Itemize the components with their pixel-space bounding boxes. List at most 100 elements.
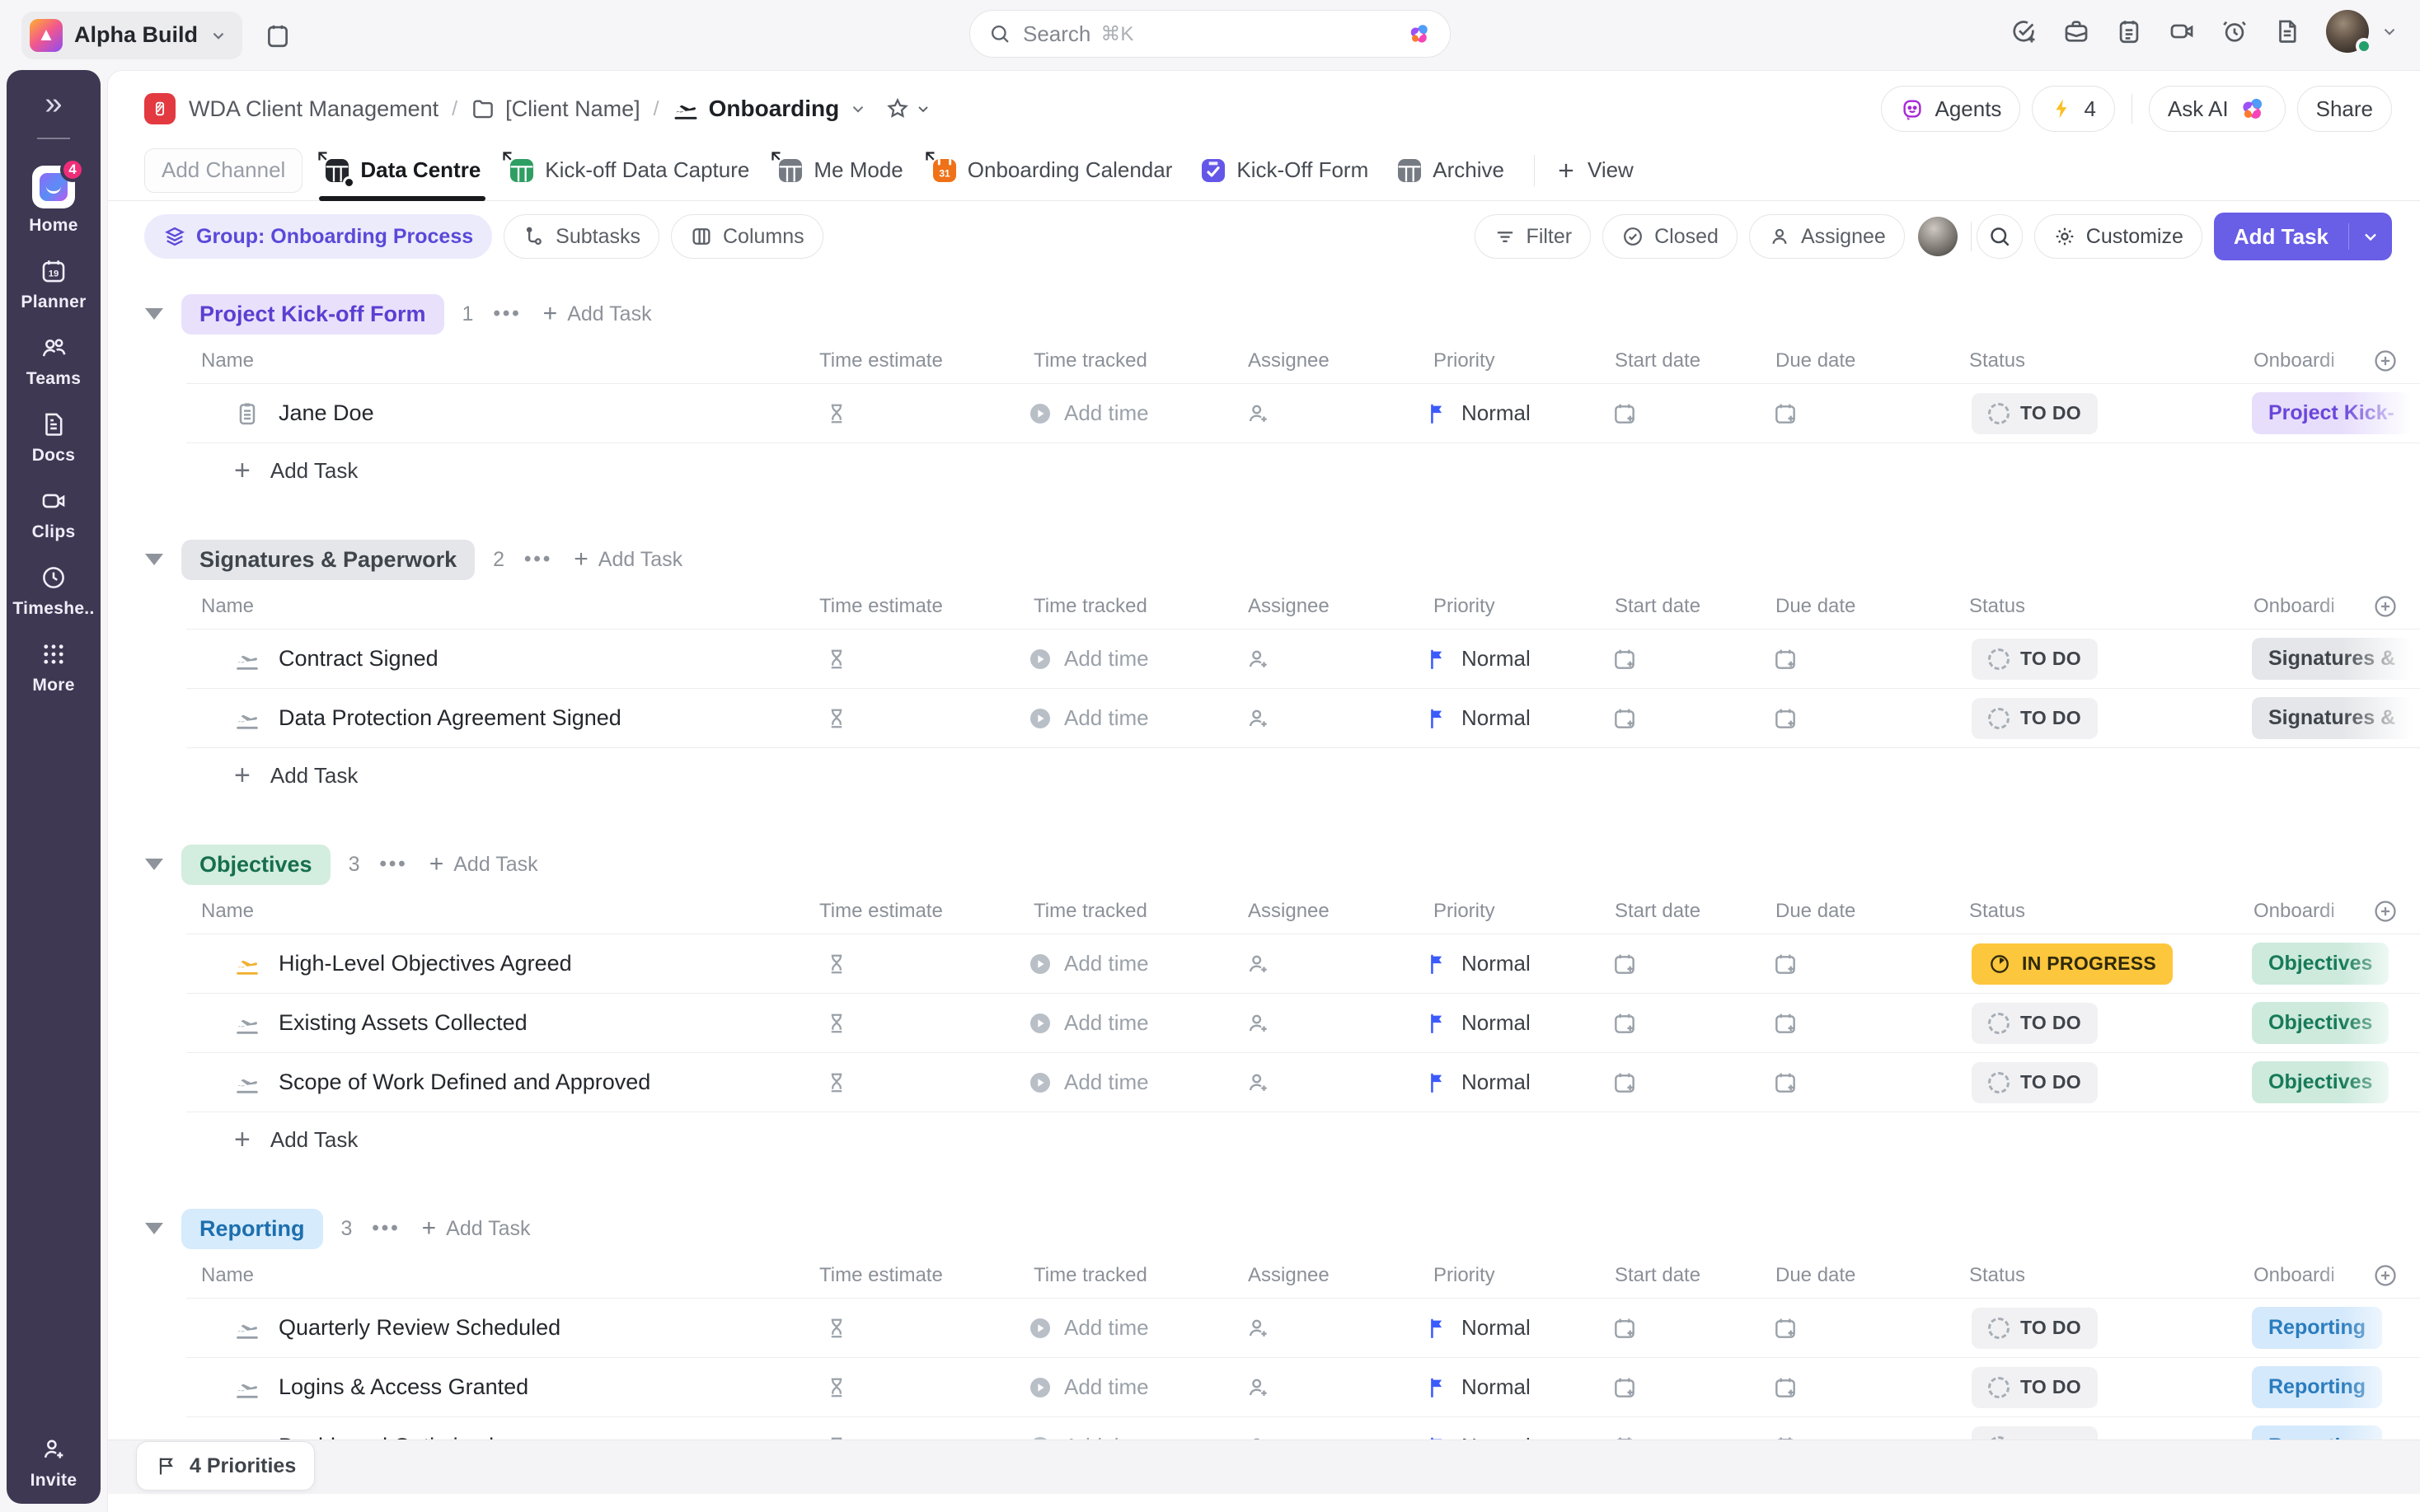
start-date-cell[interactable]: [1608, 400, 1769, 427]
group-collapse-icon[interactable]: [145, 554, 163, 565]
workspace-switcher[interactable]: ▲ Alpha Build: [21, 12, 242, 59]
column-header-name[interactable]: Name: [186, 1264, 813, 1287]
sidebar-item-docs[interactable]: Docs: [7, 410, 101, 466]
assignee-cell[interactable]: [1241, 1315, 1427, 1341]
start-date-cell[interactable]: [1608, 1070, 1769, 1096]
ask-ai-button[interactable]: Ask AI: [2149, 86, 2286, 132]
due-date-cell[interactable]: [1769, 705, 1963, 732]
task-row[interactable]: Jane Doe Add time Normal: [186, 384, 2420, 443]
onboarding-process-cell[interactable]: Objectives: [2247, 943, 2420, 985]
status-badge[interactable]: TO DO: [1972, 1308, 2098, 1349]
column-header-time-tracked[interactable]: Time tracked: [1027, 595, 1241, 618]
task-name[interactable]: High-Level Objectives Agreed: [279, 951, 572, 976]
column-header-priority[interactable]: Priority: [1427, 900, 1608, 923]
group-name-pill[interactable]: Project Kick-off Form: [181, 294, 444, 335]
status-cell[interactable]: TO DO: [1963, 393, 2247, 434]
group-menu-icon[interactable]: •••: [379, 853, 407, 876]
onboarding-process-cell[interactable]: Project Kick-: [2247, 392, 2420, 434]
doc-icon[interactable]: [2273, 17, 2301, 45]
priority-cell[interactable]: Normal: [1427, 705, 1608, 731]
time-estimate-cell[interactable]: [813, 1316, 1027, 1341]
column-header-time-estimate[interactable]: Time estimate: [813, 900, 1027, 923]
column-header-name[interactable]: Name: [186, 349, 813, 372]
time-estimate-cell[interactable]: [813, 1011, 1027, 1036]
due-date-cell[interactable]: [1769, 1315, 1963, 1341]
column-header-assignee[interactable]: Assignee: [1241, 900, 1427, 923]
add-column-icon[interactable]: [2372, 348, 2399, 374]
breadcrumb-space[interactable]: WDA Client Management: [189, 96, 439, 122]
status-cell[interactable]: TO DO: [1963, 698, 2247, 739]
task-name[interactable]: Jane Doe: [279, 400, 374, 426]
share-button[interactable]: Share: [2297, 86, 2392, 132]
breadcrumb-list[interactable]: Onboarding: [673, 96, 868, 122]
sidebar-item-timesheets[interactable]: Timeshe..: [7, 564, 101, 619]
status-badge[interactable]: TO DO: [1972, 1367, 2098, 1408]
column-header-start-date[interactable]: Start date: [1608, 349, 1769, 372]
status-cell[interactable]: TO DO: [1963, 1062, 2247, 1103]
tab-archive[interactable]: Archive: [1396, 140, 1504, 200]
column-header-priority[interactable]: Priority: [1427, 1264, 1608, 1287]
columns-button[interactable]: Columns: [671, 214, 823, 259]
onboarding-process-cell[interactable]: Objectives: [2247, 1002, 2420, 1044]
briefcase-icon[interactable]: [2062, 17, 2090, 45]
time-estimate-cell[interactable]: [813, 647, 1027, 672]
column-header-time-estimate[interactable]: Time estimate: [813, 349, 1027, 372]
onboarding-process-tag[interactable]: Signatures &: [2252, 697, 2412, 739]
time-tracked-cell[interactable]: Add time: [1027, 1374, 1241, 1401]
tab-data-centre[interactable]: Data Centre: [324, 140, 481, 200]
account-chevron-icon[interactable]: [2380, 22, 2399, 40]
task-row[interactable]: Logins & Access Granted Add time Normal: [186, 1358, 2420, 1417]
column-header-status[interactable]: Status: [1963, 1264, 2247, 1287]
due-date-cell[interactable]: [1769, 1010, 1963, 1037]
group-add-task-button[interactable]: +Add Task: [543, 302, 652, 326]
status-cell[interactable]: TO DO: [1963, 1367, 2247, 1408]
column-header-time-tracked[interactable]: Time tracked: [1027, 349, 1241, 372]
start-date-cell[interactable]: [1608, 1315, 1769, 1341]
due-date-cell[interactable]: [1769, 1070, 1963, 1096]
filter-avatar[interactable]: [1918, 217, 1958, 256]
search-tasks-button[interactable]: [1977, 214, 2023, 259]
sidebar-item-invite[interactable]: Invite: [7, 1435, 101, 1491]
onboarding-process-tag[interactable]: Objectives: [2252, 943, 2389, 985]
sidebar-item-more[interactable]: More: [7, 640, 101, 695]
customize-button[interactable]: Customize: [2034, 214, 2202, 259]
assignee-filter-button[interactable]: Assignee: [1749, 214, 1905, 259]
group-menu-icon[interactable]: •••: [372, 1217, 400, 1240]
group-collapse-icon[interactable]: [145, 308, 163, 320]
priority-cell[interactable]: Normal: [1427, 951, 1608, 976]
assignee-cell[interactable]: [1241, 1374, 1427, 1401]
column-header-time-estimate[interactable]: Time estimate: [813, 1264, 1027, 1287]
status-badge[interactable]: TO DO: [1972, 639, 2098, 680]
column-header-due-date[interactable]: Due date: [1769, 595, 1963, 618]
column-header-assignee[interactable]: Assignee: [1241, 349, 1427, 372]
column-header-status[interactable]: Status: [1963, 349, 2247, 372]
due-date-cell[interactable]: [1769, 1374, 1963, 1401]
group-menu-icon[interactable]: •••: [524, 548, 552, 571]
assignee-cell[interactable]: [1241, 400, 1427, 427]
status-badge[interactable]: TO DO: [1972, 1062, 2098, 1103]
add-task-button[interactable]: Add Task: [2214, 213, 2392, 260]
priority-cell[interactable]: Normal: [1427, 1374, 1608, 1400]
task-row[interactable]: Contract Signed Add time Normal: [186, 630, 2420, 689]
agents-button[interactable]: Agents: [1881, 86, 2020, 132]
column-header-name[interactable]: Name: [186, 595, 813, 618]
status-badge[interactable]: TO DO: [1972, 393, 2098, 434]
clipboard-list-icon[interactable]: [2115, 17, 2143, 45]
column-header-due-date[interactable]: Due date: [1769, 900, 1963, 923]
status-cell[interactable]: TO DO: [1963, 639, 2247, 680]
add-task-chevron-icon[interactable]: [2349, 227, 2392, 246]
group-name-pill[interactable]: Reporting: [181, 1209, 323, 1249]
group-name-pill[interactable]: Signatures & Paperwork: [181, 540, 475, 580]
sidebar-item-planner[interactable]: 19 Planner: [7, 257, 101, 312]
column-header-time-tracked[interactable]: Time tracked: [1027, 1264, 1241, 1287]
onboarding-process-tag[interactable]: Objectives: [2252, 1061, 2389, 1103]
priority-cell[interactable]: Normal: [1427, 400, 1608, 426]
onboarding-process-cell[interactable]: Objectives: [2247, 1061, 2420, 1103]
group-add-task-button[interactable]: +Add Task: [574, 547, 682, 572]
due-date-cell[interactable]: [1769, 951, 1963, 977]
onboarding-process-cell[interactable]: Reporting: [2247, 1366, 2420, 1408]
column-header-due-date[interactable]: Due date: [1769, 349, 1963, 372]
time-estimate-cell[interactable]: [813, 1375, 1027, 1400]
onboarding-process-cell[interactable]: Signatures &: [2247, 638, 2420, 680]
start-date-cell[interactable]: [1608, 1374, 1769, 1401]
